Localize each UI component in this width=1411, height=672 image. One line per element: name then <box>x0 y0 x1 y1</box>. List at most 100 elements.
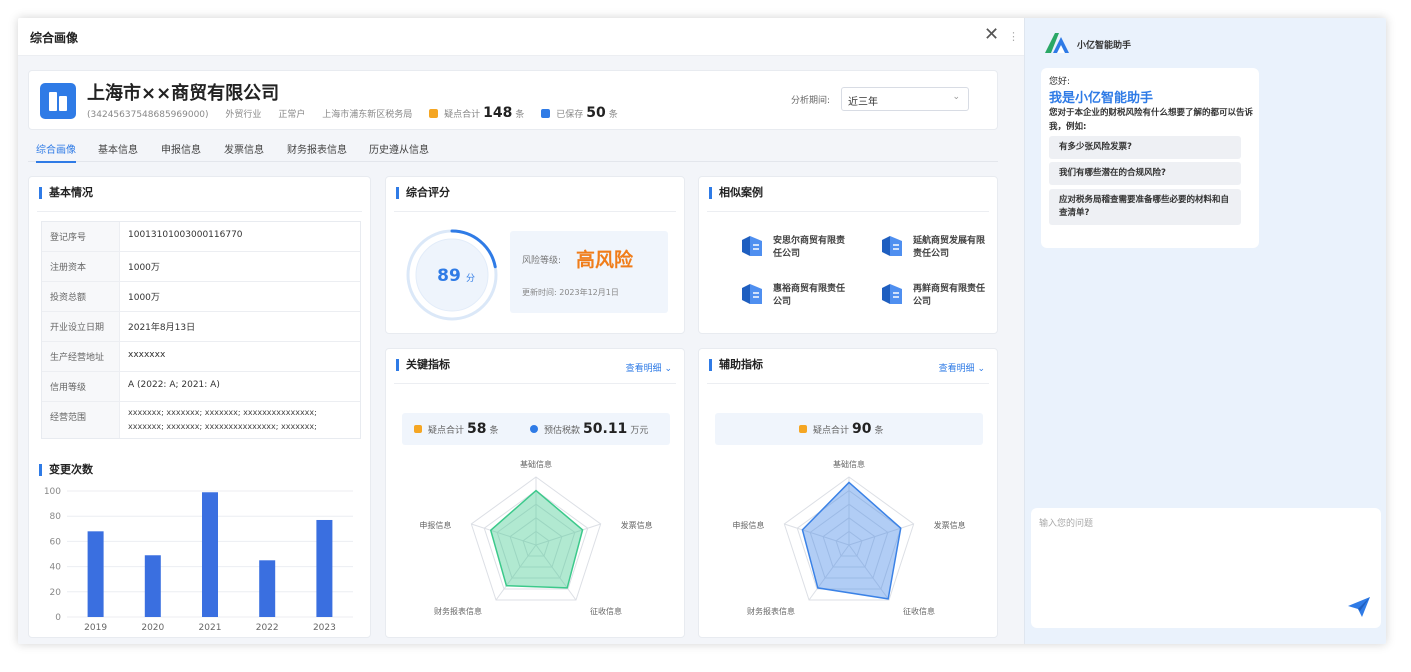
tab-compliance-history[interactable]: 历史遵从信息 <box>369 141 429 156</box>
more-icon[interactable]: ⋮ <box>1008 30 1019 43</box>
radar-label: 发票信息 <box>934 520 966 530</box>
company-status: 正常户 <box>278 110 306 120</box>
aux-radar-chart: 基础信息发票信息征收信息 财务报表信息 申报信息 <box>732 459 966 616</box>
case-item[interactable]: 延航商贸发展有限责任公司 <box>913 235 993 261</box>
window-title: 综合画像 <box>30 31 79 45</box>
key-radar-chart: 基础信息发票信息征收信息 财务报表信息 申报信息 <box>419 459 653 616</box>
close-icon[interactable]: ✕ <box>984 24 999 45</box>
info-row: 信用等级 A (2022: A; 2021: A) <box>42 372 360 402</box>
main-panel: 综合画像 ✕ ⋮ 上海市××商贸有限公司 (342456375486859690… <box>18 18 1024 644</box>
case-item[interactable]: 安思尔商贸有限责任公司 <box>773 235 853 261</box>
radar-label: 基础信息 <box>520 459 552 469</box>
info-row: 经营范围 xxxxxxx; xxxxxxx; xxxxxxx; xxxxxxxxx… <box>42 402 360 438</box>
company-code: (342456375486859690​00) <box>87 110 209 120</box>
y-tick-label: 60 <box>50 537 62 547</box>
score-value: 89 <box>437 266 461 286</box>
case-building-icon <box>742 284 762 304</box>
bar <box>87 531 104 617</box>
welcome-bubble: 您好: 我是小亿智能助手 您对于本企业的财税风险有什么想要了解的都可以告诉我，例… <box>1041 68 1259 248</box>
tab-overview[interactable]: 综合画像 <box>36 141 76 163</box>
saved-total: 已保存 50 条 <box>541 105 618 121</box>
bar <box>202 492 218 617</box>
aux-metrics-title: 辅助指标 <box>709 359 763 371</box>
info-value: xxxxxxx <box>128 350 166 360</box>
info-key: 生产经营地址 <box>42 342 120 371</box>
radar-label: 申报信息 <box>419 520 451 530</box>
assistant-panel: 小亿智能助手 您好: 我是小亿智能助手 您对于本企业的财税风险有什么想要了解的都… <box>1024 18 1386 644</box>
radar-area <box>489 489 584 589</box>
doubt-badge-icon <box>414 425 422 433</box>
period-label: 分析期间: <box>791 96 831 106</box>
key-summary: 疑点合计 58 条 预估税款 50.11 万元 <box>402 413 670 445</box>
app-window: 综合画像 ✕ ⋮ 上海市××商贸有限公司 (342456375486859690… <box>18 18 1386 644</box>
doubt-total: 疑点合计 148 条 <box>429 105 524 121</box>
score-gauge: 89 分 <box>406 229 498 321</box>
x-tick-label: 2020 <box>141 623 164 633</box>
score-unit: 分 <box>466 273 475 284</box>
radar-label: 申报信息 <box>732 520 764 530</box>
info-row: 注册资本 1000万 <box>42 252 360 282</box>
chevron-down-icon: ⌄ <box>952 92 960 102</box>
company-tax-office: 上海市浦东新区税务局 <box>322 110 413 120</box>
aux-metrics-card: 辅助指标 查看明细 ⌄ 疑点合计 90 条 基础信息 发票信息 征收信息 财务报表信息 申报… <box>698 348 998 638</box>
aux-detail-link[interactable]: 查看明细 ⌄ <box>939 361 985 374</box>
title-bar: 综合画像 ✕ ⋮ <box>18 18 1024 56</box>
info-value: 10013101003000116770 <box>128 230 243 240</box>
y-tick-label: 20 <box>50 588 62 598</box>
bar <box>144 555 161 617</box>
tab-declaration[interactable]: 申报信息 <box>161 141 201 156</box>
suggested-question[interactable]: 有多少张风险发票? <box>1049 136 1241 159</box>
info-key: 信用等级 <box>42 372 120 401</box>
score-title: 综合评分 <box>396 187 450 199</box>
info-value: 1000万 <box>128 293 160 303</box>
case-item[interactable]: 再鲜商贸有限责任公司 <box>913 283 993 309</box>
x-tick-label: 2019 <box>84 623 107 633</box>
chat-input-box <box>1031 508 1381 628</box>
risk-box: 风险等级: 高风险 更新时间: 2023年12月1日 <box>510 231 668 313</box>
period-select[interactable]: 近三年 ⌄ <box>841 87 969 111</box>
x-tick-label: 2023 <box>313 623 336 633</box>
radar-label: 基础信息 <box>833 459 865 469</box>
y-tick-label: 80 <box>50 512 62 522</box>
tab-invoice[interactable]: 发票信息 <box>224 141 264 156</box>
company-industry: 外贸行业 <box>225 110 262 120</box>
updated-time: 更新时间: 2023年12月1日 <box>522 288 619 297</box>
y-tick-label: 0 <box>55 613 61 623</box>
aux-summary: 疑点合计 90 条 <box>715 413 983 445</box>
tab-financial[interactable]: 财务报表信息 <box>287 141 347 156</box>
aux-doubt: 疑点合计 90 条 <box>799 421 884 437</box>
greeting: 您好: <box>1049 77 1071 87</box>
tab-basic-info[interactable]: 基本信息 <box>98 141 138 156</box>
basic-info-title: 基本情况 <box>39 187 93 199</box>
bar <box>259 560 276 617</box>
info-key: 登记序号 <box>42 222 120 251</box>
send-icon[interactable] <box>1347 596 1371 618</box>
changes-bar-chart: 0 20 40 60 80 100 2019 2020 2021 2022 2023 <box>44 487 353 633</box>
saved-badge-icon <box>541 109 551 118</box>
suggested-question[interactable]: 应对税务局稽查需要准备哪些必要的材料和自查清单? <box>1049 189 1241 225</box>
info-key: 注册资本 <box>42 252 120 281</box>
company-header: 上海市××商贸有限公司 (342456375486859690​00) 外贸行业… <box>28 70 998 130</box>
radar-label: 征收信息 <box>590 606 622 616</box>
risk-label: 风险等级: <box>522 256 562 266</box>
key-detail-link[interactable]: 查看明细 ⌄ <box>626 361 672 374</box>
case-building-icon <box>882 284 902 304</box>
assistant-logo-icon <box>1045 33 1069 53</box>
key-doubt: 疑点合计 58 条 <box>414 421 499 437</box>
suggested-question[interactable]: 我们有哪些潜在的合规风险? <box>1049 162 1241 185</box>
chat-input[interactable] <box>1039 516 1339 532</box>
info-value: A (2022: A; 2021: A) <box>128 380 220 390</box>
info-row: 生产经营地址 xxxxxxx <box>42 342 360 372</box>
company-name: 上海市××商贸有限公司 <box>87 83 280 104</box>
info-key: 投资总额 <box>42 282 120 311</box>
radar-label: 财务报表信息 <box>434 606 482 616</box>
radar-label: 财务报表信息 <box>747 606 795 616</box>
key-metrics-title: 关键指标 <box>396 359 450 371</box>
info-row: 投资总额 1000万 <box>42 282 360 312</box>
radar-label: 发票信息 <box>621 520 653 530</box>
basic-info-table: 登记序号 10013101003000116770 注册资本 1000万 投资总额 100… <box>41 221 361 439</box>
case-building-icon <box>882 236 902 256</box>
bar <box>316 519 333 617</box>
similar-cases-title: 相似案例 <box>709 187 763 199</box>
case-item[interactable]: 惠裕商贸有限责任公司 <box>773 283 853 309</box>
